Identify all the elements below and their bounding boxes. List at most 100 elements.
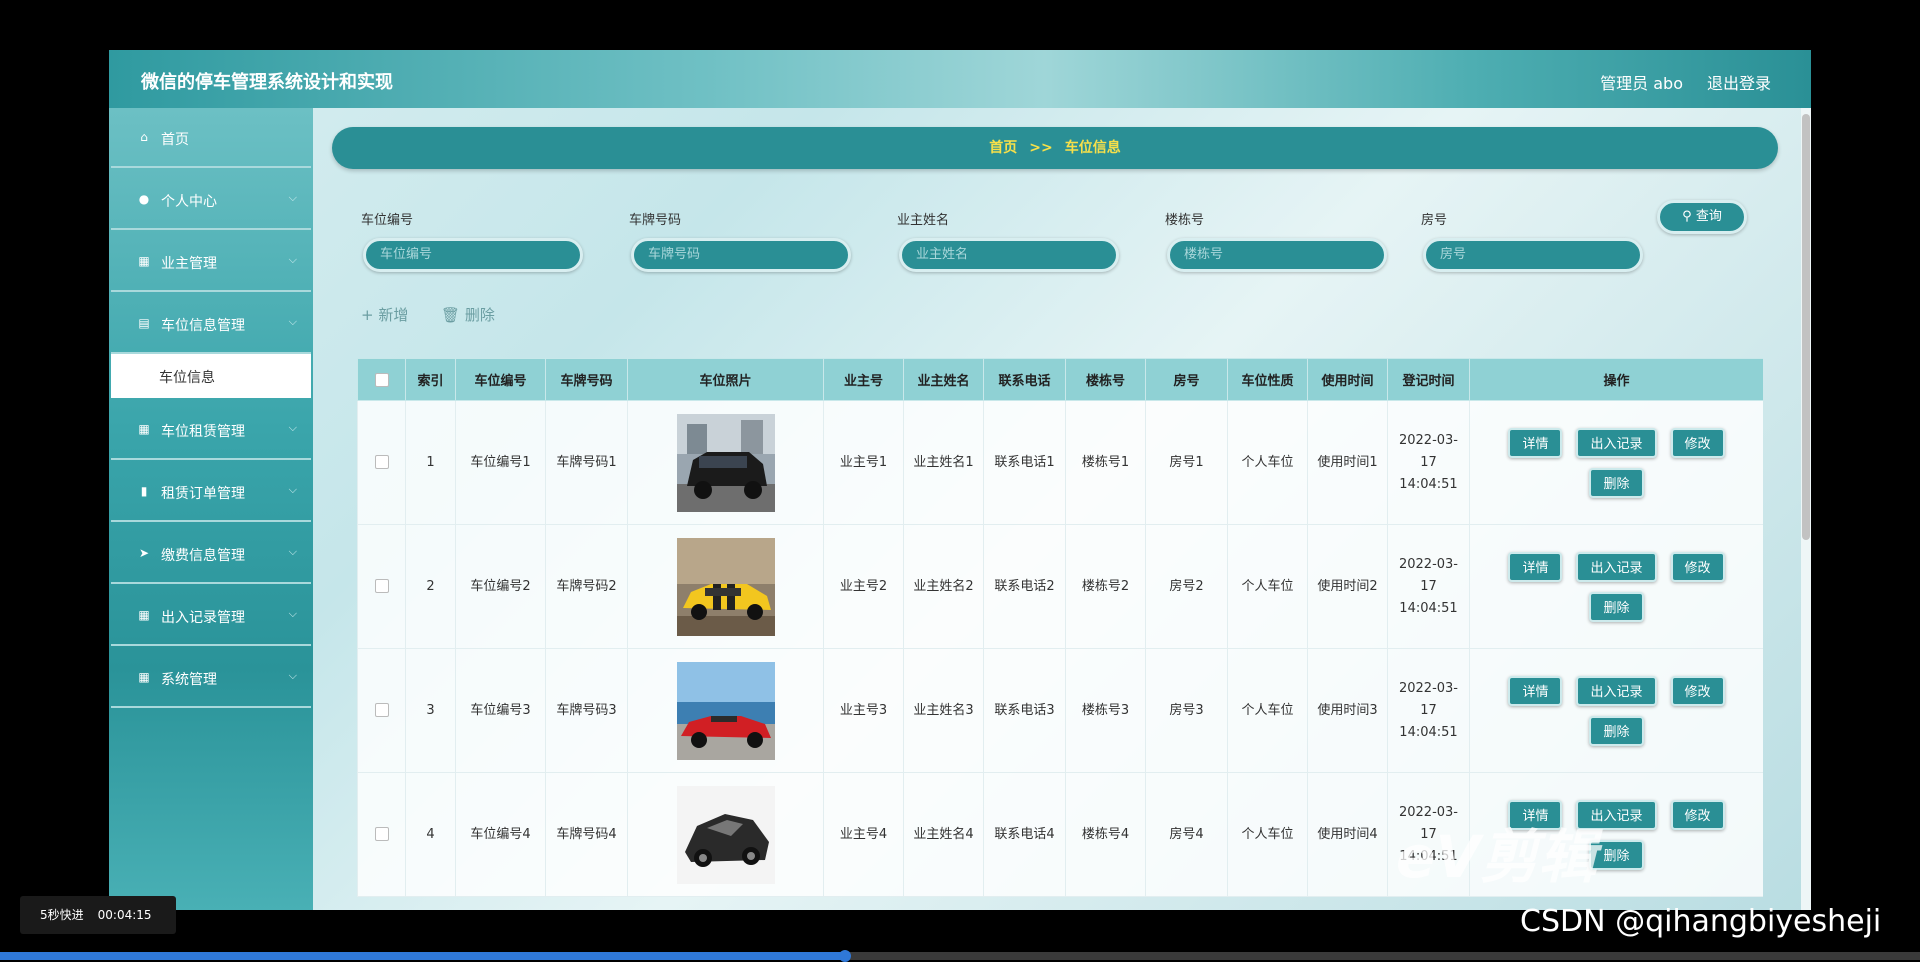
column-header: 索引 (405, 358, 456, 401)
column-header: 车位照片 (627, 358, 824, 401)
table-row[interactable]: 2 车位编号2 车牌号码2 业主号2 业主姓名2 联系电话2 楼栋号2 房号2 个人车位 使用时间… (357, 524, 1763, 649)
edit-button[interactable]: 修改 (1670, 427, 1725, 458)
chart-icon: ▤ (138, 316, 150, 330)
cell-room: 房号3 (1145, 648, 1228, 773)
row-checkbox[interactable] (374, 703, 389, 717)
table-row[interactable]: 1 车位编号1 车牌号码1 业主号1 业主姓名1 联系电话1 楼栋号1 房号1 个人车位 使用时间… (357, 400, 1763, 525)
add-button[interactable]: + 新增 (361, 304, 408, 325)
select-all-checkbox[interactable] (374, 372, 389, 387)
cell-owner-name: 业主姓名1 (903, 400, 984, 525)
main-content: 首页 >> 车位信息 车位编号 车位编号 车牌号码 车牌号码 业主姓名 业主姓名 楼栋号 楼栋号房… (313, 108, 1811, 910)
chevron-down-icon: ⌵ (288, 315, 297, 328)
access-records-button[interactable]: 出入记录 (1576, 427, 1657, 458)
cell-owner-no: 业主号3 (823, 648, 904, 773)
cell-phone: 联系电话1 (983, 400, 1066, 525)
cell-phone: 联系电话4 (983, 772, 1066, 897)
sidebar-item-label: 出入记录管理 (161, 610, 245, 626)
sidebar-item-7[interactable]: ▦ 出入记录管理 ⌵ (111, 586, 311, 646)
filter-input-owner-name[interactable]: 业主姓名 (899, 238, 1119, 272)
sidebar-item-6[interactable]: ➤ 缴费信息管理 ⌵ (111, 524, 311, 584)
actions-cell: 详情 出入记录 修改 删除 (1469, 400, 1763, 525)
delete-button[interactable]: 删除 (1589, 839, 1644, 870)
query-button[interactable]: ⚲ 查询 (1657, 200, 1747, 234)
column-header: 业主姓名 (903, 358, 984, 401)
logout-link[interactable]: 退出登录 (1707, 70, 1771, 94)
select-all-cell (357, 358, 406, 401)
sidebar-item-4[interactable]: ▦ 车位租赁管理 ⌵ (111, 400, 311, 460)
cell-room: 房号1 (1145, 400, 1228, 525)
cell-reg-time: 2022-03-17 14:04:51 (1387, 648, 1470, 773)
chevron-down-icon: ⌵ (288, 253, 297, 266)
breadcrumb-current: 车位信息 (1064, 140, 1121, 156)
filter-input-room[interactable]: 房号 (1423, 238, 1643, 272)
cell-owner-no: 业主号4 (823, 772, 904, 897)
detail-button[interactable]: 详情 (1508, 427, 1563, 458)
editor-logo: eV剪辑 (1396, 823, 1597, 891)
grid-icon: ▦ (138, 608, 150, 622)
sidebar-subitem-label: 车位信息 (159, 370, 215, 386)
scrollbar-thumb[interactable] (1802, 114, 1810, 540)
cell-use-time: 使用时间3 (1307, 648, 1388, 773)
sidebar-item-5[interactable]: ▮ 租赁订单管理 ⌵ (111, 462, 311, 522)
cell-building: 楼栋号3 (1065, 648, 1146, 773)
grid-icon: ▦ (138, 254, 150, 268)
access-records-button[interactable]: 出入记录 (1576, 551, 1657, 582)
row-select-cell (357, 524, 406, 649)
delete-button[interactable]: 删除 (1589, 591, 1644, 622)
sidebar-subitem-active[interactable]: 车位信息 (111, 354, 311, 398)
video-progress-bar[interactable] (0, 950, 1920, 962)
filter-input-building[interactable]: 楼栋号 (1167, 238, 1387, 272)
breadcrumb-separator: >> (1029, 140, 1053, 156)
column-header: 登记时间 (1387, 358, 1470, 401)
filter-label-spot-no: 车位编号 (361, 213, 414, 228)
sidebar-item-label: 车位租赁管理 (161, 424, 245, 440)
breadcrumb-home[interactable]: 首页 (989, 140, 1017, 156)
detail-button[interactable]: 详情 (1508, 675, 1563, 706)
column-header: 联系电话 (983, 358, 1066, 401)
cell-use-time: 使用时间4 (1307, 772, 1388, 897)
row-checkbox[interactable] (374, 827, 389, 841)
watermark: CSDN @qihangbiyesheji (1520, 904, 1882, 939)
chevron-down-icon: ⌵ (288, 669, 297, 682)
user-label: 管理员 abo (1600, 74, 1683, 93)
sidebar-item-1[interactable]: ● 个人中心 ⌵ (111, 170, 311, 230)
row-select-cell (357, 772, 406, 897)
column-header: 业主号 (823, 358, 904, 401)
progress-fill (0, 952, 845, 960)
table-row[interactable]: 3 车位编号3 车牌号码3 业主号3 业主姓名3 联系电话3 楼栋号3 房号3 个人车位 使用时间… (357, 648, 1763, 773)
delete-button[interactable]: 删除 (1589, 467, 1644, 498)
cell-nature: 个人车位 (1227, 772, 1308, 897)
filter-input-plate[interactable]: 车牌号码 (631, 238, 851, 272)
sidebar-item-0[interactable]: ⌂ 首页 (111, 108, 311, 168)
detail-button[interactable]: 详情 (1508, 551, 1563, 582)
filter-label-room: 房号 (1421, 213, 1448, 228)
cell-owner-name: 业主姓名3 (903, 648, 984, 773)
cell-nature: 个人车位 (1227, 648, 1308, 773)
vertical-scrollbar[interactable] (1801, 108, 1811, 910)
batch-delete-button[interactable]: 🗑 删除 (441, 304, 495, 325)
edit-button[interactable]: 修改 (1670, 551, 1725, 582)
cell-plate: 车牌号码1 (545, 400, 628, 525)
edit-button[interactable]: 修改 (1670, 799, 1725, 830)
cell-index: 2 (405, 524, 456, 649)
batch-delete-label: 删除 (464, 306, 495, 324)
sidebar-item-3[interactable]: ▤ 车位信息管理 ⌵ (111, 294, 311, 354)
cell-plate: 车牌号码2 (545, 524, 628, 649)
row-checkbox[interactable] (374, 579, 389, 593)
sidebar-item-8[interactable]: ▦ 系统管理 ⌵ (111, 648, 311, 708)
row-select-cell (357, 648, 406, 773)
access-records-button[interactable]: 出入记录 (1576, 675, 1657, 706)
add-label: 新增 (378, 306, 409, 324)
actions-cell: 详情 出入记录 修改 删除 (1469, 524, 1763, 649)
row-checkbox[interactable] (374, 455, 389, 469)
filter-label-building: 楼栋号 (1165, 213, 1205, 228)
grid-icon: ▦ (138, 422, 150, 436)
sidebar-item-2[interactable]: ▦ 业主管理 ⌵ (111, 232, 311, 292)
column-header: 车位编号 (455, 358, 546, 401)
delete-button[interactable]: 删除 (1589, 715, 1644, 746)
edit-button[interactable]: 修改 (1670, 675, 1725, 706)
car-photo (627, 524, 824, 649)
progress-knob[interactable] (838, 950, 851, 962)
playback-info: 5秒快进 00:04:15 (20, 896, 176, 934)
filter-input-spot-no[interactable]: 车位编号 (363, 238, 583, 272)
